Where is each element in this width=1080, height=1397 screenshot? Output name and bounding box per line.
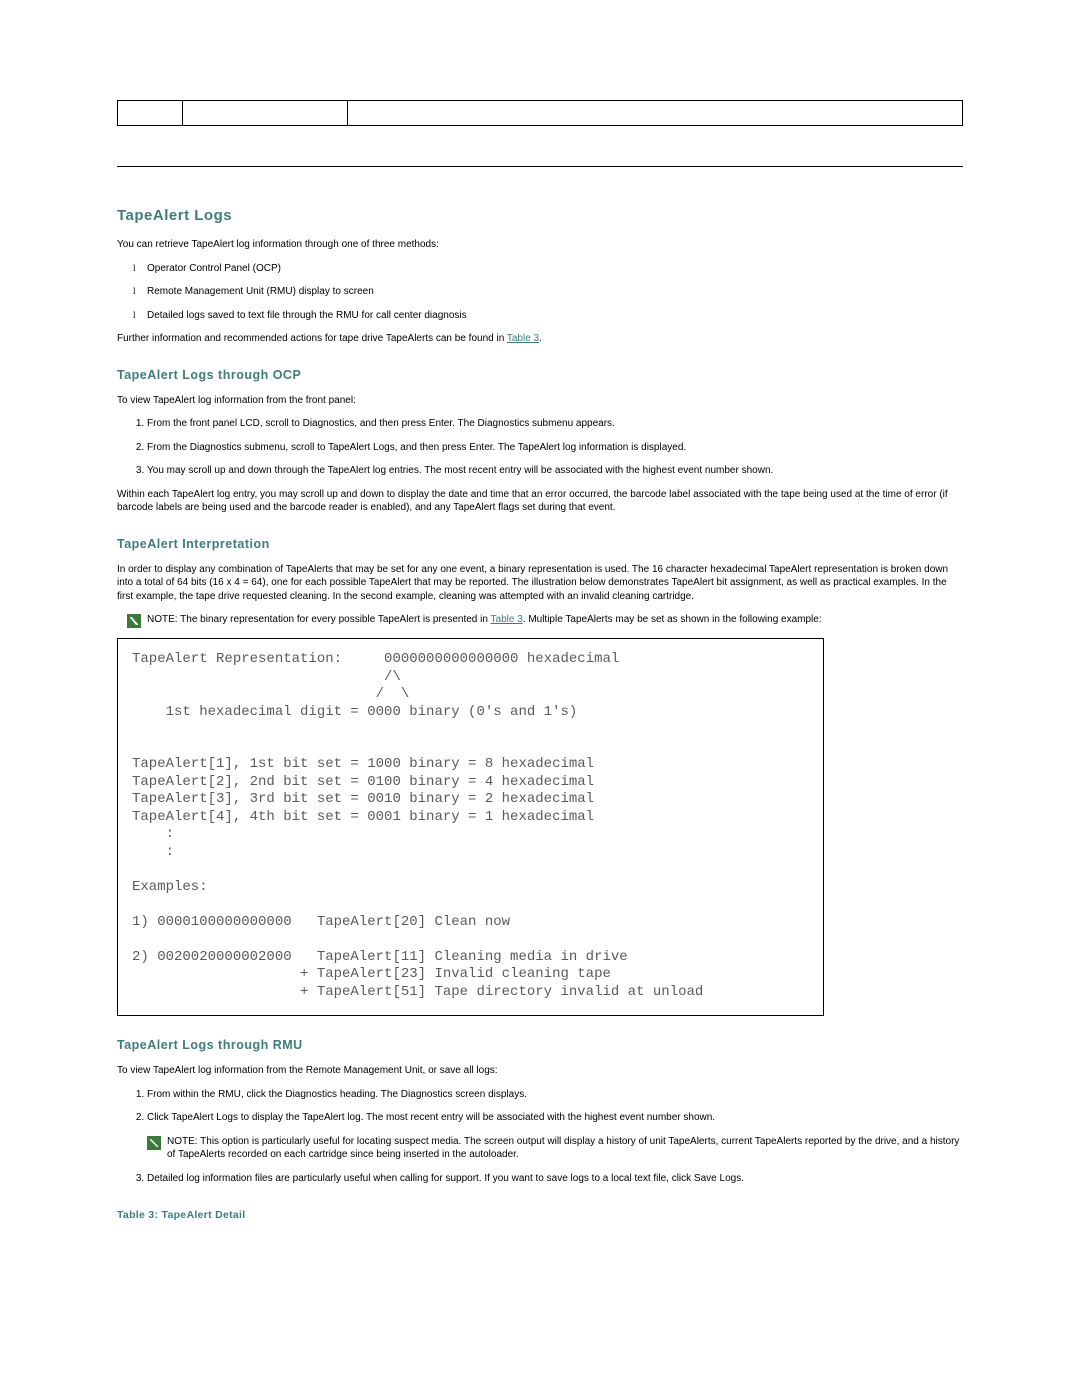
heading-ocp: TapeAlert Logs through OCP — [117, 368, 963, 382]
table3-link[interactable]: Table 3 — [507, 333, 539, 344]
ocp-para1: To view TapeAlert log information from t… — [117, 394, 963, 408]
heading-interpretation: TapeAlert Interpretation — [117, 537, 963, 551]
ocp-steps: From the front panel LCD, scroll to Diag… — [117, 417, 963, 478]
note-icon — [147, 1136, 161, 1150]
intro-bullet-list: Operator Control Panel (OCP) Remote Mana… — [117, 262, 963, 323]
page-content: TapeAlert Logs You can retrieve TapeAler… — [117, 0, 963, 1221]
table3-caption: Table 3: TapeAlert Detail — [117, 1209, 963, 1221]
interp-para1: In order to display any combination of T… — [117, 563, 963, 604]
list-item: Click TapeAlert Logs to display the Tape… — [147, 1111, 963, 1162]
rmu-para1: To view TapeAlert log information from t… — [117, 1064, 963, 1078]
heading-tapealert-logs: TapeAlert Logs — [117, 207, 963, 224]
note-interpretation: NOTE: The binary representation for ever… — [127, 613, 963, 628]
note-icon — [127, 614, 141, 628]
list-item: Operator Control Panel (OCP) — [147, 262, 963, 276]
header-table — [117, 100, 963, 126]
intro-para: You can retrieve TapeAlert log informati… — [117, 238, 963, 252]
list-item: Detailed log information files are parti… — [147, 1172, 963, 1186]
list-item: From the front panel LCD, scroll to Diag… — [147, 417, 963, 431]
list-item: Detailed logs saved to text file through… — [147, 309, 963, 323]
list-item: You may scroll up and down through the T… — [147, 464, 963, 478]
list-item: Remote Management Unit (RMU) display to … — [147, 285, 963, 299]
note-rmu: NOTE: This option is particularly useful… — [147, 1135, 963, 1162]
divider — [117, 166, 963, 167]
header-cell-1 — [118, 101, 183, 126]
tapealert-diagram: TapeAlert Representation: 00000000000000… — [117, 638, 824, 1016]
header-cell-2 — [183, 101, 348, 126]
note-text: NOTE: The binary representation for ever… — [147, 613, 963, 627]
list-item: From within the RMU, click the Diagnosti… — [147, 1088, 963, 1102]
step-text: Click TapeAlert Logs to display the Tape… — [147, 1112, 715, 1123]
table3-link-note[interactable]: Table 3 — [491, 614, 523, 625]
heading-rmu: TapeAlert Logs through RMU — [117, 1038, 963, 1052]
intro-link-para: Further information and recommended acti… — [117, 332, 963, 346]
note-text: NOTE: This option is particularly useful… — [167, 1135, 963, 1162]
rmu-steps: From within the RMU, click the Diagnosti… — [117, 1088, 963, 1186]
header-cell-3 — [348, 101, 963, 126]
list-item: From the Diagnostics submenu, scroll to … — [147, 441, 963, 455]
ocp-para2: Within each TapeAlert log entry, you may… — [117, 488, 963, 515]
